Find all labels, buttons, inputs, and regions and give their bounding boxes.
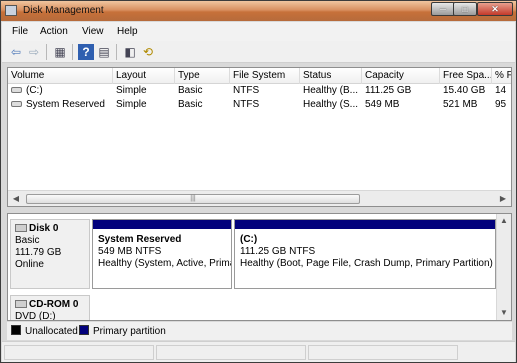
minimize-button[interactable]: ─ [431,2,455,16]
cell-status: Healthy (S... [303,99,359,110]
disk-name: CD-ROM 0 [29,299,79,310]
disk-icon [15,224,27,232]
drive-icon [11,87,22,94]
cell-layout: Simple [116,99,147,110]
scroll-down-icon[interactable]: ▼ [499,308,509,318]
maximize-button[interactable]: □ [453,2,477,16]
disk-name: Disk 0 [29,223,59,234]
cd-drive-icon [15,300,27,308]
partition-info: System Reserved 549 MB NTFS Healthy (Sys… [93,229,231,275]
scrollbar-thumb[interactable]: ||| [26,194,360,204]
console-tree-icon[interactable]: ▦ [52,44,68,60]
partition-size: 111.25 GB NTFS [240,246,316,257]
horizontal-scrollbar[interactable]: ◀ ||| ▶ [8,190,511,206]
column-layout[interactable]: Layout [113,68,175,84]
legend-unallocated: Unallocated [11,325,78,338]
status-segment [4,345,154,360]
scroll-left-icon[interactable]: ◀ [11,193,21,205]
legend-primary: Primary partition [79,325,166,338]
cell-status: Healthy (B... [303,85,359,96]
partition-name: (C:) [240,234,258,245]
cell-capacity: 111.25 GB [365,85,412,96]
table-row[interactable]: (C:) Simple Basic NTFS Healthy (B... 111… [8,84,511,98]
cell-free-space: 521 MB [443,99,478,110]
title-bar[interactable]: Disk Management ─ □ ✕ [1,1,516,21]
cell-type: Basic [178,99,203,110]
legend-label: Primary partition [93,326,166,337]
close-button[interactable]: ✕ [477,2,513,16]
cd-rom-0-label[interactable]: CD-ROM 0 DVD (D:) [10,295,90,321]
disk-management-window: Disk Management ─ □ ✕ File Action View H… [0,0,517,363]
partition-status: Healthy (Boot, Page File, Crash Dump, Pr… [240,258,493,269]
cell-volume: System Reserved [8,98,113,112]
cell-percent-free: 14 [495,85,507,96]
status-bar [2,341,515,362]
partition-info: (C:) 111.25 GB NTFS Healthy (Boot, Page … [235,229,495,275]
legend-label: Unallocated [25,326,78,337]
cell-type: Basic [178,85,203,96]
scroll-up-icon[interactable]: ▲ [499,216,509,226]
volume-list-header: Volume Layout Type File System Status Ca… [8,68,511,84]
toolbar-separator [72,44,73,60]
disk-map: Disk 0 Basic 111.79 GB Online System Res… [7,213,512,321]
menu-help[interactable]: Help [117,26,138,37]
disk-0-name-line: Disk 0 [15,223,85,235]
partition-status: Healthy (System, Active, Primary Partiti… [98,258,231,269]
cd-rom-name-line: CD-ROM 0 [15,299,85,311]
disk-type: Basic [15,235,40,246]
toolbar-separator [116,44,117,60]
cell-layout: Simple [116,85,147,96]
disk-0-label[interactable]: Disk 0 Basic 111.79 GB Online [10,219,90,289]
partition-system-reserved[interactable]: System Reserved 549 MB NTFS Healthy (Sys… [92,219,232,289]
menu-action[interactable]: Action [40,26,68,37]
column-capacity[interactable]: Capacity [362,68,440,84]
cell-free-space: 15.40 GB [443,85,486,96]
toolbar-separator [46,44,47,60]
partition-color-bar [93,220,231,229]
cell-volume: (C:) [8,84,113,98]
volume-name: (C:) [26,85,43,96]
window-title: Disk Management [23,5,104,16]
legend: Unallocated Primary partition [7,322,512,340]
column-volume[interactable]: Volume [8,68,113,84]
partition-color-bar [235,220,495,229]
cell-percent-free: 95 [495,99,507,110]
column-file-system[interactable]: File System [230,68,300,84]
forward-arrow-icon[interactable]: ⇨ [26,44,42,60]
toolbar: ⇦ ⇨ ▦ ? ▤ ◧ ⟲ [2,41,515,63]
volume-list: Volume Layout Type File System Status Ca… [7,67,512,207]
table-row[interactable]: System Reserved Simple Basic NTFS Health… [8,98,511,112]
help-icon[interactable]: ? [78,44,94,60]
column-free-space[interactable]: Free Spa... [440,68,492,84]
cell-file-system: NTFS [233,99,260,110]
settings-icon[interactable]: ◧ [122,44,138,60]
scroll-right-icon[interactable]: ▶ [498,193,508,205]
column-percent-free[interactable]: % F [492,68,511,84]
partition-size: 549 MB NTFS [98,246,162,257]
disk-size: 111.79 GB [15,247,62,258]
app-icon [5,5,17,16]
primary-swatch [79,325,89,335]
rescan-icon[interactable]: ⟲ [140,44,156,60]
drive-icon [11,101,22,108]
column-type[interactable]: Type [175,68,230,84]
back-arrow-icon[interactable]: ⇦ [8,44,24,60]
disk-status: Online [15,259,44,270]
disk-type: DVD (D:) [15,311,56,321]
menu-file[interactable]: File [12,26,28,37]
column-status[interactable]: Status [300,68,362,84]
cell-capacity: 549 MB [365,99,400,110]
partition-name: System Reserved [98,234,182,245]
menu-bar: File Action View Help [2,22,515,41]
menu-view[interactable]: View [82,26,104,37]
volume-name: System Reserved [26,99,105,110]
properties-icon[interactable]: ▤ [96,44,112,60]
partition-c-drive[interactable]: (C:) 111.25 GB NTFS Healthy (Boot, Page … [234,219,496,289]
cell-file-system: NTFS [233,85,260,96]
vertical-scrollbar[interactable]: ▲ ▼ [496,214,511,320]
status-segment [308,345,458,360]
status-segment [156,345,306,360]
unallocated-swatch [11,325,21,335]
